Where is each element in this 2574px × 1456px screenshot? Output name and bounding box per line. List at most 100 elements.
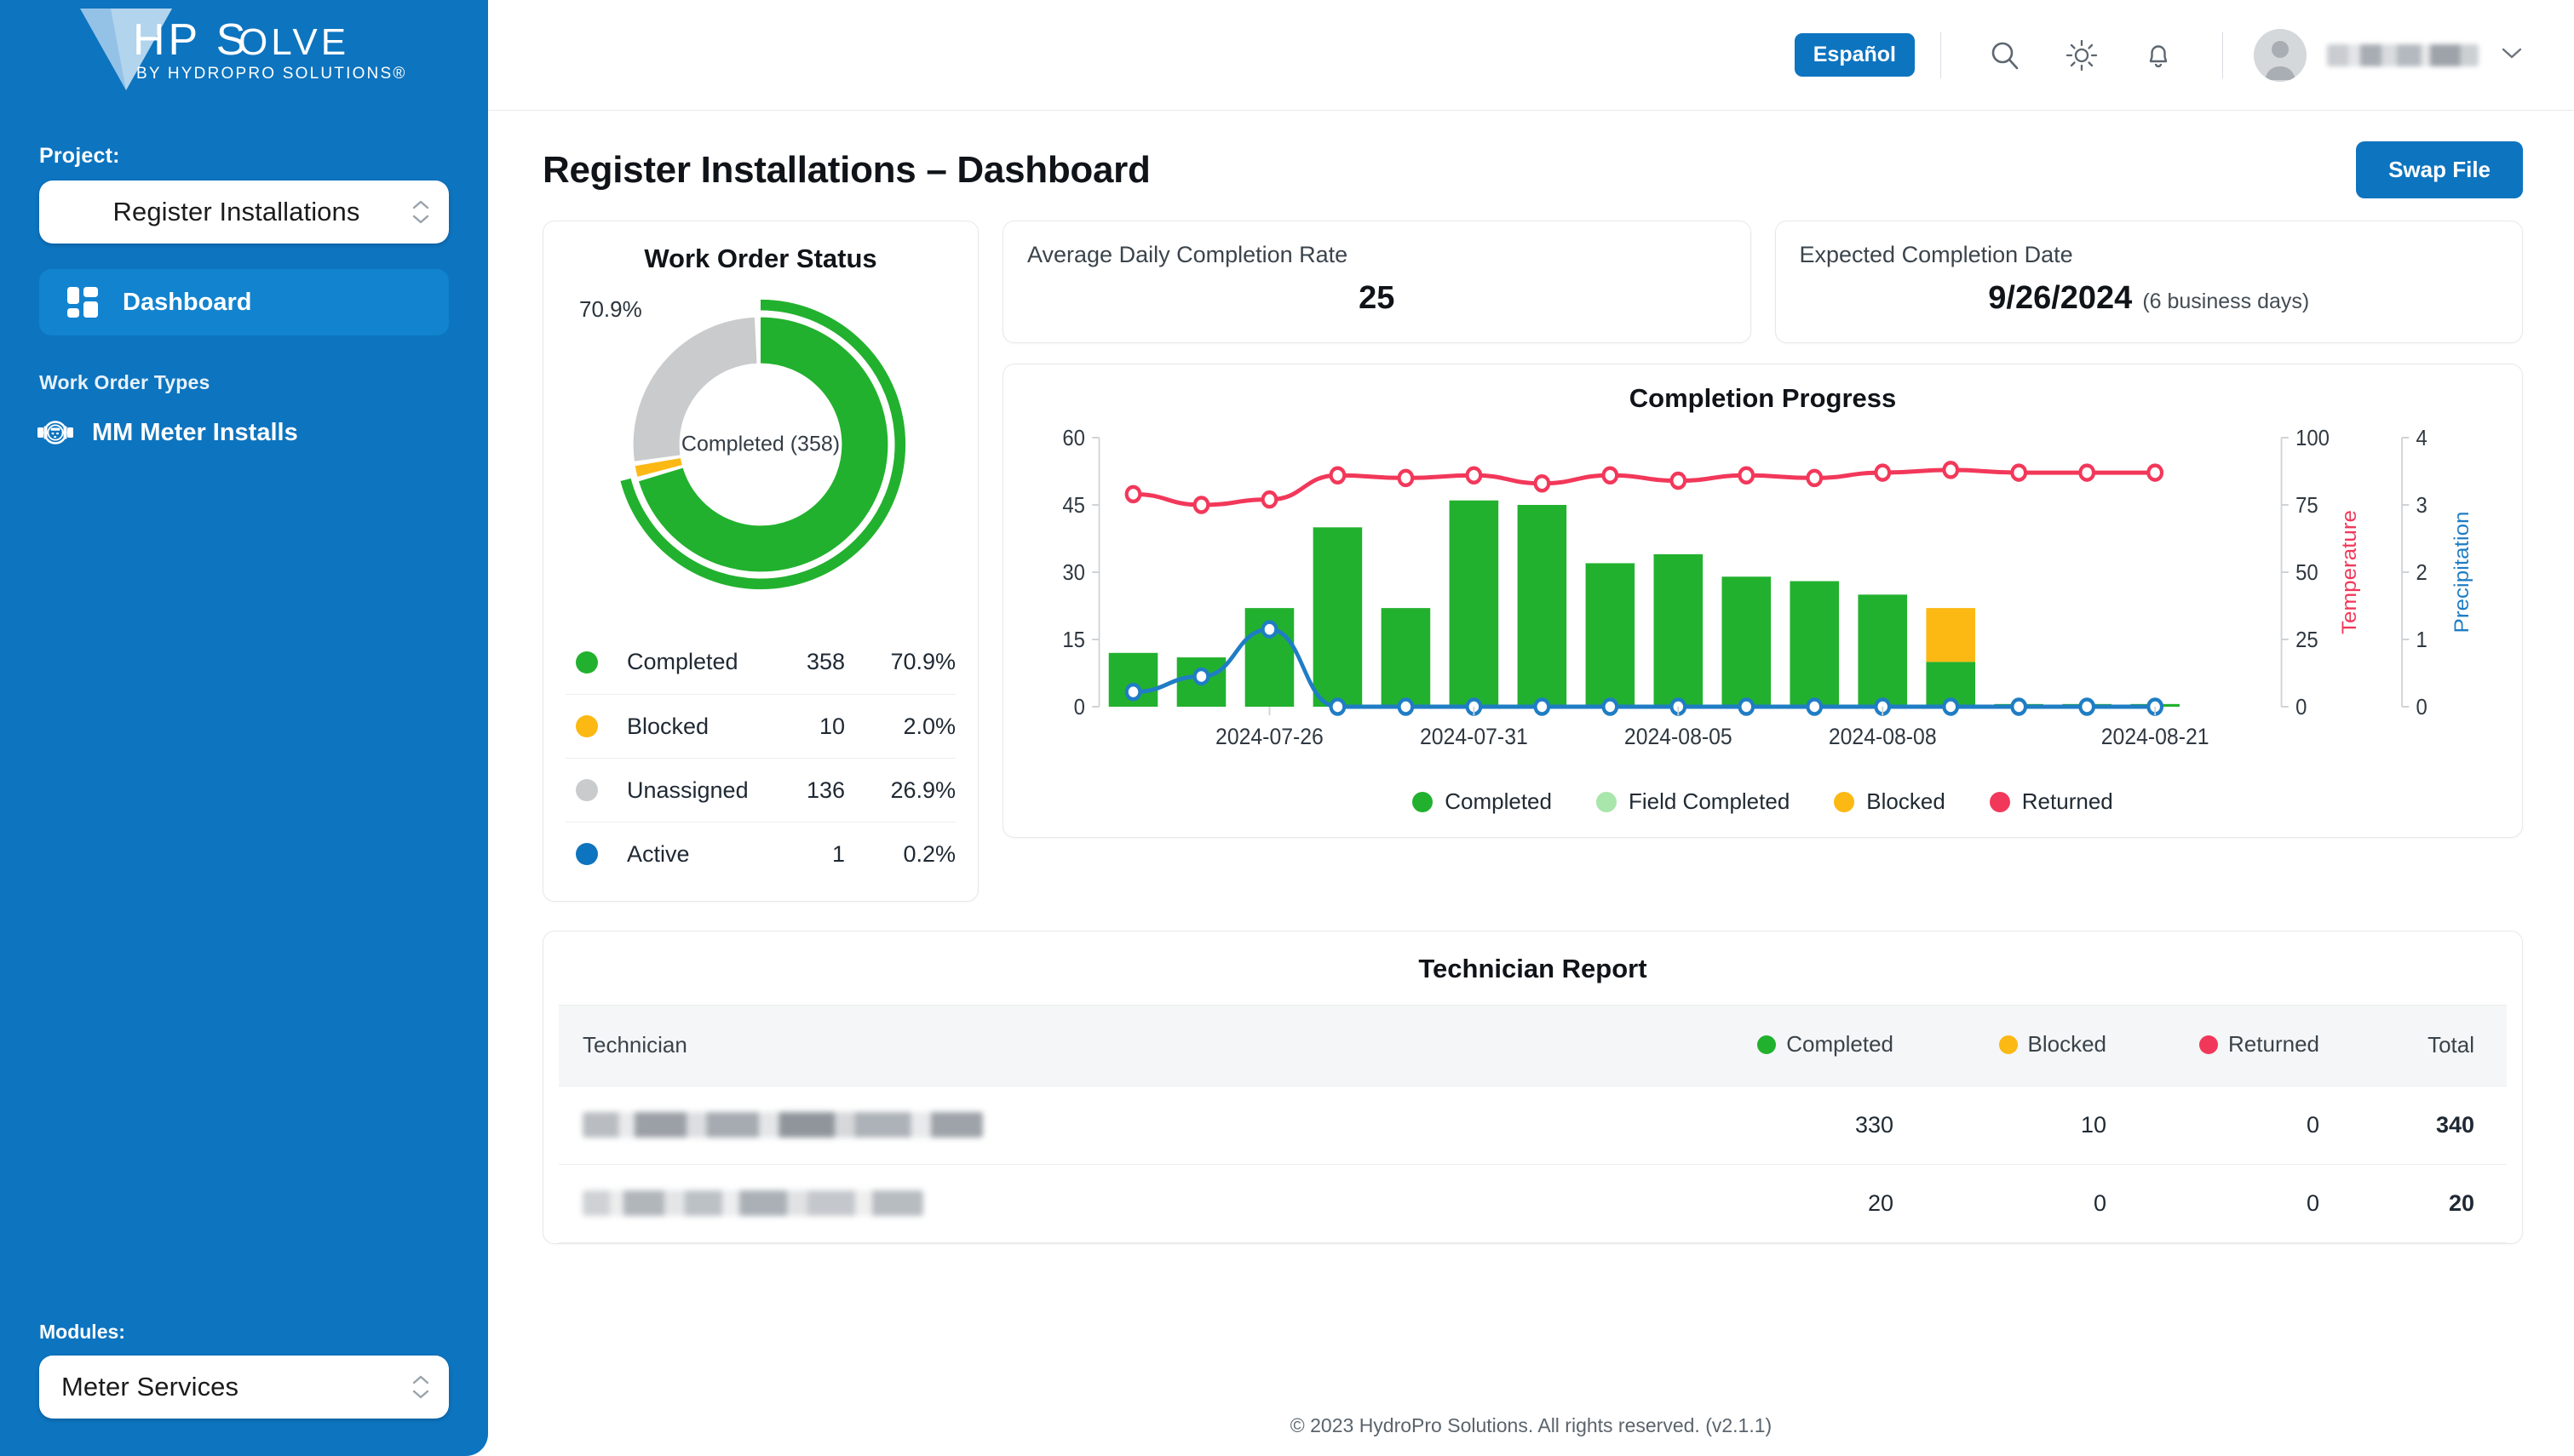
search-icon[interactable] bbox=[1979, 29, 2031, 82]
cell-completed: 20 bbox=[1681, 1164, 1893, 1243]
svg-text:75: 75 bbox=[2295, 493, 2318, 518]
status-count: 358 bbox=[806, 649, 845, 674]
stepper-icon bbox=[411, 199, 430, 225]
legend-item-returned[interactable]: Returned bbox=[1989, 788, 2113, 815]
legend-label: Blocked bbox=[1866, 788, 1945, 814]
cell-completed: 330 bbox=[1681, 1086, 1893, 1165]
work-order-status-legend: Completed 358 70.9% Blocked 10 2.0% Unas… bbox=[566, 630, 956, 886]
completion-progress-title: Completion Progress bbox=[1629, 383, 1897, 413]
water-meter-icon bbox=[37, 415, 73, 450]
technician-report-card: Technician Report Technician Completed B… bbox=[543, 931, 2523, 1244]
svg-text:60: 60 bbox=[1062, 426, 1085, 450]
sidebar-item-dashboard[interactable]: Dashboard bbox=[39, 269, 449, 335]
stepper-icon bbox=[411, 1374, 430, 1400]
donut-center-label: Completed (358) bbox=[681, 432, 841, 456]
legend-item-field-completed[interactable]: Field Completed bbox=[1595, 788, 1790, 815]
user-menu[interactable] bbox=[2249, 28, 2523, 82]
language-button[interactable]: Español bbox=[1794, 33, 1915, 77]
work-order-types-label: Work Order Types bbox=[39, 371, 210, 393]
kpi-value: 9/26/2024 (6 business days) bbox=[1800, 280, 2499, 317]
svg-text:0: 0 bbox=[2295, 695, 2307, 719]
svg-text:1: 1 bbox=[2416, 628, 2427, 652]
right-column: Average Daily Completion Rate 25 Expecte… bbox=[1003, 221, 2523, 838]
status-dot-blocked bbox=[1998, 1035, 2018, 1054]
kpi-date: 9/26/2024 bbox=[1988, 280, 2133, 316]
sidebar-item-label: Dashboard bbox=[123, 288, 252, 316]
svg-text:4: 4 bbox=[2416, 426, 2427, 450]
technician-name bbox=[583, 1112, 983, 1138]
sidebar-item-mm-meter-installs[interactable]: MM Meter Installs bbox=[37, 415, 488, 450]
svg-text:15: 15 bbox=[1062, 628, 1085, 652]
project-select[interactable]: Register Installations bbox=[39, 181, 449, 244]
sidebar-footer: Modules: Meter Services bbox=[0, 1321, 488, 1456]
brightness-icon[interactable] bbox=[2055, 29, 2108, 82]
swap-file-button[interactable]: Swap File bbox=[2356, 141, 2523, 198]
dashboard-content: Work Order Status 70.9% Completed (358) … bbox=[488, 198, 2574, 1244]
status-percent: 70.9% bbox=[890, 649, 956, 674]
svg-text:Temperature: Temperature bbox=[2338, 510, 2361, 634]
sidebar: HP S OLVE BY HYDROPRO SOLUTIONS® Project… bbox=[0, 0, 488, 1456]
kpi-label: Average Daily Completion Rate bbox=[1027, 242, 1348, 267]
column-header-blocked[interactable]: Blocked bbox=[1893, 1005, 2106, 1086]
table-row[interactable]: 330 10 0 340 bbox=[559, 1086, 2507, 1165]
table-row[interactable]: 20 0 0 20 bbox=[559, 1164, 2507, 1243]
status-dot-returned bbox=[2199, 1035, 2219, 1054]
kpi-card-avg-daily-completion-rate: Average Daily Completion Rate 25 bbox=[1003, 221, 1751, 343]
legend-item-blocked[interactable]: Blocked bbox=[1834, 788, 1945, 815]
cell-total: 20 bbox=[2319, 1164, 2507, 1243]
list-item: Completed 358 70.9% bbox=[566, 630, 956, 694]
column-label: Returned bbox=[2228, 1031, 2319, 1057]
topbar-divider bbox=[1940, 32, 1941, 78]
list-item: Blocked 10 2.0% bbox=[566, 694, 956, 758]
topbar: Español bbox=[488, 0, 2574, 111]
status-count: 1 bbox=[831, 840, 845, 867]
user-name bbox=[2327, 43, 2479, 66]
completion-progress-svg: 0 15 30 45 60 0 25 50 75 100 Temperature 0 1 2 3 4 Preci… bbox=[1062, 426, 2473, 749]
technician-name bbox=[583, 1190, 923, 1216]
svg-text:25: 25 bbox=[2295, 628, 2318, 652]
status-label: Unassigned bbox=[627, 777, 749, 803]
chevron-down-icon[interactable] bbox=[2501, 46, 2523, 64]
status-label: Blocked bbox=[627, 713, 710, 739]
app-root: HP S OLVE BY HYDROPRO SOLUTIONS® Project… bbox=[0, 0, 2574, 1456]
legend-item-completed[interactable]: Completed bbox=[1412, 788, 1552, 815]
legend-dot bbox=[1989, 791, 2010, 812]
status-label: Active bbox=[627, 840, 690, 867]
column-header-completed[interactable]: Completed bbox=[1681, 1005, 1893, 1086]
svg-text:100: 100 bbox=[2295, 426, 2330, 450]
completion-progress-chart: 0 15 30 45 60 0 25 50 75 100 Temperature 0 1 2 3 4 Preci… bbox=[1027, 419, 2498, 777]
column-header-total[interactable]: Total bbox=[2319, 1005, 2507, 1086]
legend-dot bbox=[1834, 791, 1855, 812]
bell-icon[interactable] bbox=[2132, 29, 2185, 82]
technician-report-table: Technician Completed Blocked Returned To… bbox=[559, 1005, 2507, 1243]
avatar bbox=[2254, 28, 2307, 82]
work-order-status-donut: 70.9% Completed (358) bbox=[543, 274, 978, 615]
svg-text:2024-07-26: 2024-07-26 bbox=[1215, 725, 1324, 749]
modules-select[interactable]: Meter Services bbox=[39, 1356, 449, 1419]
cell-returned: 0 bbox=[2106, 1086, 2319, 1165]
legend-label: Returned bbox=[2021, 788, 2113, 814]
svg-text:30: 30 bbox=[1062, 560, 1085, 585]
column-header-returned[interactable]: Returned bbox=[2106, 1005, 2319, 1086]
svg-text:BY HYDROPRO SOLUTIONS®: BY HYDROPRO SOLUTIONS® bbox=[136, 65, 407, 83]
modules-select-value: Meter Services bbox=[61, 1372, 239, 1402]
list-item: Unassigned 136 26.9% bbox=[566, 758, 956, 822]
hp-solve-logo-icon: HP S OLVE BY HYDROPRO SOLUTIONS® bbox=[80, 9, 407, 90]
table-body: 330 10 0 340 20 0 0 20 bbox=[559, 1086, 2507, 1243]
page-title: Register Installations – Dashboard bbox=[543, 148, 1151, 191]
work-order-status-card: Work Order Status 70.9% Completed (358) … bbox=[543, 221, 979, 902]
column-label: Completed bbox=[1786, 1031, 1893, 1057]
topbar-divider bbox=[2222, 32, 2223, 78]
page-header: Register Installations – Dashboard Swap … bbox=[488, 111, 2574, 198]
completion-progress-card: Completion Progress 0 15 30 45 60 0 25 50 75 100 T… bbox=[1003, 364, 2523, 838]
legend-dot bbox=[1412, 791, 1434, 812]
status-percent: 0.2% bbox=[903, 840, 956, 867]
legend-label: Completed bbox=[1445, 788, 1552, 814]
svg-text:2024-08-05: 2024-08-05 bbox=[1624, 725, 1732, 749]
legend-label: Field Completed bbox=[1628, 788, 1790, 814]
main-area: Español Register Installations – Dashboa… bbox=[488, 0, 2574, 1456]
status-dot-completed bbox=[1757, 1035, 1777, 1054]
project-select-value: Register Installations bbox=[112, 197, 360, 226]
cell-returned: 0 bbox=[2106, 1164, 2319, 1243]
column-header-technician[interactable]: Technician bbox=[559, 1005, 1681, 1086]
